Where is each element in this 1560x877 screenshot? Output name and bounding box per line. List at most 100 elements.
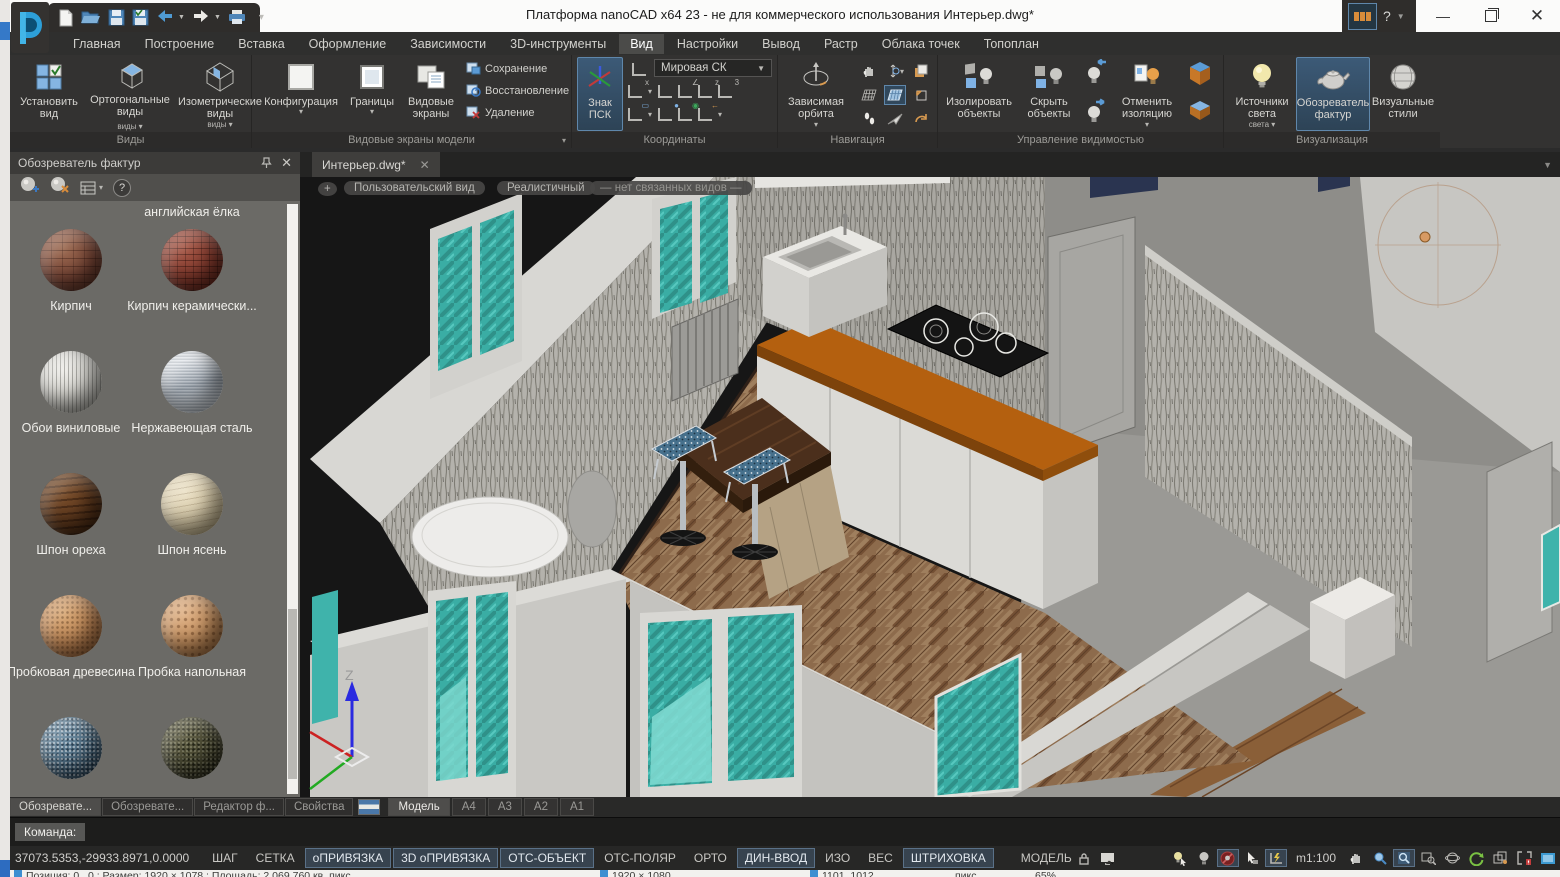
light-cursor-icon[interactable] — [1169, 849, 1191, 867]
sheets-stack-icon[interactable] — [910, 61, 932, 81]
texture-item-cork[interactable]: Пробковая древесина — [10, 595, 136, 681]
orbit-button[interactable]: Зависимая орбита▾ — [782, 57, 850, 131]
set-view-button[interactable]: Установить вид — [16, 57, 82, 131]
clean-screen-icon[interactable] — [1537, 849, 1559, 867]
coord-icon-ucs-3point[interactable]: 3 — [718, 85, 732, 98]
open-file-icon[interactable] — [81, 9, 101, 27]
walk-icon[interactable] — [858, 109, 880, 129]
coord-icon-ucs-origin[interactable] — [658, 85, 672, 98]
panel-help-icon[interactable]: ? — [113, 179, 131, 197]
restore-button[interactable] — [1468, 0, 1514, 32]
tab-topoplan[interactable]: Топоплан — [973, 34, 1050, 54]
texture-item-walnut[interactable]: Шпон ореха — [10, 473, 136, 559]
isolate-add-icon[interactable] — [1084, 59, 1108, 90]
closed-box-icon[interactable] — [1184, 98, 1216, 129]
texture-item-scrolled[interactable]: английская ёлка — [127, 201, 257, 221]
monitor-icon[interactable] — [1097, 849, 1119, 867]
toggle-ortho[interactable]: ОРТО — [686, 848, 735, 868]
no-lights-icon[interactable] — [1217, 849, 1239, 867]
save-icon[interactable] — [108, 9, 125, 27]
annotation-scale[interactable]: m1:100 — [1296, 851, 1336, 865]
document-tab[interactable]: Интерьер.dwg*✕ — [312, 152, 440, 177]
materials-browser-button[interactable]: Обозреватель фактур — [1296, 57, 1370, 131]
viewport-view-control[interactable]: Пользовательский вид — [344, 181, 485, 195]
tab-vstavka[interactable]: Вставка — [227, 34, 295, 54]
toggle-iso[interactable]: ИЗО — [817, 848, 858, 868]
lock-icon[interactable] — [1073, 849, 1095, 867]
annotation-warning-icon[interactable] — [1513, 849, 1535, 867]
panel-close-icon[interactable]: ✕ — [281, 155, 292, 171]
panel-tab-editor[interactable]: Редактор ф... — [194, 798, 284, 816]
tab-oblaka-tochek[interactable]: Облака точек — [871, 34, 971, 54]
panel-scrollbar-thumb[interactable] — [288, 609, 297, 779]
panel-tab-properties[interactable]: Свойства — [285, 798, 354, 816]
ucs-sign-button[interactable]: Знак ПСК — [577, 57, 623, 131]
light-bulb-icon[interactable] — [1193, 849, 1215, 867]
panel-scrollbar[interactable] — [287, 204, 298, 794]
texture-item-vinyl[interactable]: Обои виниловые — [10, 351, 136, 437]
visual-styles-button[interactable]: Визуальные стили — [1372, 57, 1434, 131]
undo-icon[interactable] — [156, 9, 174, 27]
nanocad-logo[interactable] — [11, 2, 49, 53]
texture-item-ash[interactable]: Шпон ясень — [127, 473, 257, 559]
app-store-icon[interactable] — [1348, 3, 1377, 30]
viewport-restore-button[interactable]: Восстановление — [466, 84, 569, 97]
help-dropdown-icon[interactable]: ▼ — [1397, 12, 1405, 21]
grid-plane-icon[interactable] — [858, 85, 880, 105]
coord-icon-ucs-z[interactable]: z — [698, 85, 712, 98]
coord-icon-ucs-view[interactable]: ▭ — [628, 108, 642, 121]
coord-icon-ucs-object[interactable]: ∠ — [678, 85, 692, 98]
pan-hand-icon[interactable] — [1345, 849, 1367, 867]
cs-selector-dropdown[interactable]: Мировая СК▼ — [654, 59, 772, 77]
command-line[interactable]: Команда: — [10, 817, 1560, 847]
coord-icon-ucs-previous[interactable]: ← — [698, 108, 712, 121]
fly-icon[interactable] — [884, 109, 906, 129]
delete-material-icon[interactable] — [50, 176, 70, 199]
toggle-dyninput[interactable]: ДИН-ВВОД — [737, 848, 815, 868]
ortho-views-button[interactable]: Ортогональные виды виды ▾ — [88, 57, 172, 131]
view-mode-icon[interactable]: ▾ — [80, 181, 103, 195]
texture-item-cork-floor[interactable]: Пробка напольная — [127, 595, 257, 681]
tab-zavisimosti[interactable]: Зависимости — [399, 34, 497, 54]
tab-postroenie[interactable]: Построение — [134, 34, 226, 54]
open-box-icon[interactable] — [1184, 57, 1216, 94]
texture-item-brick[interactable]: Кирпич — [10, 229, 136, 315]
docbar-dropdown-icon[interactable]: ▼ — [1543, 160, 1552, 170]
help-button[interactable]: ? — [1383, 8, 1391, 24]
add-material-icon[interactable] — [20, 176, 40, 199]
texture-item-olive-speckle[interactable] — [127, 717, 257, 787]
coord-icon-axes[interactable] — [632, 63, 646, 76]
isolate-objects-button[interactable]: Изолировать объекты — [944, 57, 1014, 131]
coord-x-dropdown-icon[interactable]: ▾ — [648, 87, 652, 96]
surface-plane-icon[interactable] — [884, 85, 906, 105]
select-cursor-icon[interactable] — [1241, 849, 1263, 867]
layouts-list-icon[interactable] — [358, 799, 380, 815]
close-button[interactable]: ✕ — [1514, 0, 1560, 32]
new-file-icon[interactable] — [58, 9, 74, 27]
pin-icon[interactable] — [261, 157, 272, 169]
texture-item-steel[interactable]: Нержавеющая сталь — [127, 351, 257, 437]
tab-vid[interactable]: Вид — [619, 34, 664, 54]
undo-dropdown-icon[interactable]: ▼ — [178, 14, 185, 21]
layout-tab-a1[interactable]: A1 — [560, 798, 594, 816]
viewport-borders-button[interactable]: Границы▾ — [344, 57, 400, 131]
tab-glavnaya[interactable]: Главная — [62, 34, 132, 54]
coord-view-dropdown-icon[interactable]: ▾ — [648, 110, 652, 119]
viewport-save-button[interactable]: Сохранение — [466, 62, 547, 75]
viewport-add-view-button[interactable]: + — [318, 182, 337, 196]
save-as-icon[interactable] — [132, 9, 149, 27]
cancel-isolation-button[interactable]: Отменить изоляцию▾ — [1114, 57, 1180, 131]
viewport-delete-button[interactable]: Удаление — [466, 106, 535, 119]
redo-icon[interactable] — [192, 9, 210, 27]
layout-tab-a4[interactable]: A4 — [452, 798, 486, 816]
viewport-lock-icon[interactable] — [1489, 849, 1511, 867]
restore-view-icon[interactable] — [910, 85, 932, 105]
toggle-hatch[interactable]: ШТРИХОВКА — [903, 848, 994, 868]
orbit-status-icon[interactable] — [1441, 849, 1463, 867]
tab-nastroyki[interactable]: Настройки — [666, 34, 749, 54]
toggle-polar[interactable]: ОТС-ПОЛЯР — [596, 848, 684, 868]
zoom-icon[interactable] — [1369, 849, 1391, 867]
qat-overflow-icon[interactable]: ▾ — [259, 12, 264, 23]
tab-3d-instrumenty[interactable]: 3D-инструменты — [499, 34, 617, 54]
tab-vyvod[interactable]: Вывод — [751, 34, 811, 54]
